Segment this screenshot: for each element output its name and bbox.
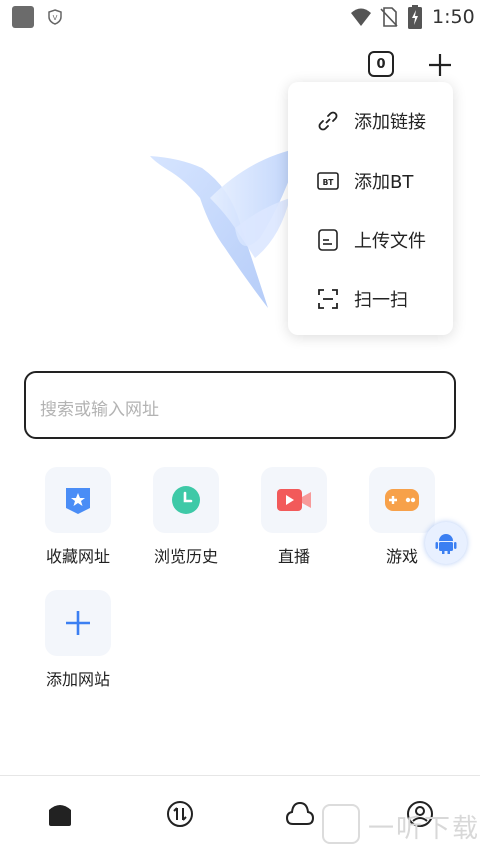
shortcut-label: 直播 [277,547,310,566]
shield-icon: V [48,9,62,25]
bt-icon: BT [316,169,340,193]
scan-icon [316,287,340,311]
shortcut-bookmarks[interactable]: 收藏网址 [33,467,123,567]
tab-count-button[interactable]: 0 [368,51,394,77]
cloud-icon [285,801,315,825]
add-menu: 添加链接 BT 添加BT 上传文件 扫一扫 [288,82,453,335]
live-video-icon [261,467,327,533]
file-icon [316,228,340,252]
nav-home[interactable] [45,799,75,829]
shortcut-add-site[interactable]: 添加网站 [33,590,123,690]
android-float-button[interactable] [425,522,467,564]
search-input[interactable]: 搜索或输入网址 [24,371,456,439]
menu-item-upload-file[interactable]: 上传文件 [288,215,453,265]
history-clock-icon [153,467,219,533]
plus-icon [45,590,111,656]
gamepad-icon [369,467,435,533]
battery-charging-icon [408,5,422,29]
home-icon [49,805,71,826]
status-time: 1:50 [432,6,475,28]
no-sim-icon [380,7,398,27]
shortcut-label: 收藏网址 [45,547,110,566]
watermark-text: 一听下载 [368,814,480,844]
watermark-logo [322,804,360,844]
wifi-icon [351,8,371,26]
svg-text:V: V [53,14,58,22]
link-icon [316,109,340,133]
menu-item-add-link[interactable]: 添加链接 [288,96,453,146]
menu-item-label: 上传文件 [354,231,426,252]
menu-item-label: 添加BT [354,172,414,193]
menu-item-label: 添加链接 [354,112,426,133]
shortcut-live[interactable]: 直播 [249,467,339,567]
nav-transfer[interactable] [165,799,195,829]
menu-item-add-bt[interactable]: BT 添加BT [288,156,453,206]
menu-item-label: 扫一扫 [354,290,408,311]
transfer-icon [167,801,193,827]
status-bar: V 1:50 [0,0,480,34]
shortcut-label: 添加网站 [45,670,110,689]
android-icon [435,534,457,554]
search-placeholder: 搜索或输入网址 [40,400,159,420]
bookmark-star-icon [45,467,111,533]
shortcut-label: 浏览历史 [153,547,218,566]
plus-icon[interactable] [427,52,453,78]
shortcut-history[interactable]: 浏览历史 [141,467,231,567]
svg-text:BT: BT [323,178,335,187]
nav-cloud[interactable] [285,799,315,829]
menu-item-scan[interactable]: 扫一扫 [288,274,453,324]
app-icon [12,6,34,28]
